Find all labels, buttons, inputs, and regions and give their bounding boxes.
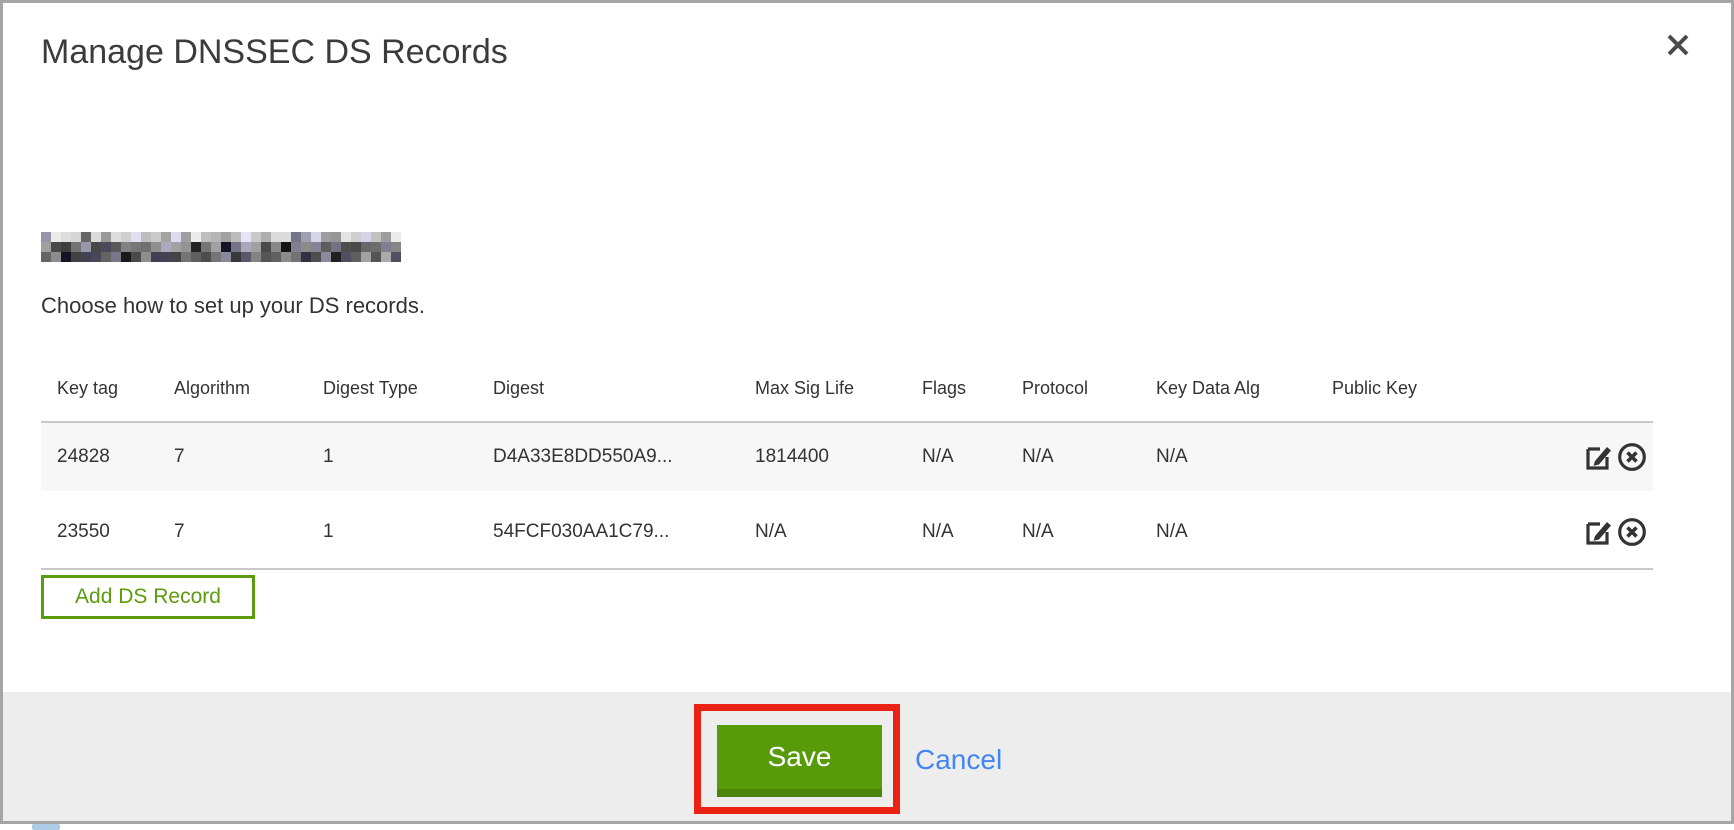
cell-digest-type: 1 xyxy=(322,422,492,494)
cell-algorithm: 7 xyxy=(173,494,322,570)
redacted-domain-name xyxy=(41,232,401,262)
setup-instruction-text: Choose how to set up your DS records. xyxy=(41,293,425,319)
col-header-max-sig-life: Max Sig Life xyxy=(754,355,921,422)
cancel-link[interactable]: Cancel xyxy=(915,744,1002,776)
col-header-public-key: Public Key xyxy=(1331,355,1541,422)
cell-algorithm: 7 xyxy=(173,422,322,494)
cell-key-tag: 23550 xyxy=(41,494,173,570)
cell-public-key xyxy=(1331,422,1541,494)
dialog-footer: Save Cancel xyxy=(3,692,1731,821)
cell-digest: 54FCF030AA1C79... xyxy=(492,494,754,570)
cell-digest: D4A33E8DD550A9... xyxy=(492,422,754,494)
col-header-protocol: Protocol xyxy=(1021,355,1155,422)
col-header-algorithm: Algorithm xyxy=(173,355,322,422)
close-button[interactable] xyxy=(1661,29,1695,63)
cell-flags: N/A xyxy=(921,494,1021,570)
table-row: 24828 7 1 D4A33E8DD550A9... 1814400 N/A … xyxy=(41,422,1653,494)
col-header-flags: Flags xyxy=(921,355,1021,422)
cell-actions xyxy=(1541,494,1653,570)
delete-icon xyxy=(1616,535,1648,550)
background-page-artifact xyxy=(32,824,60,830)
cell-key-tag: 24828 xyxy=(41,422,173,494)
ds-records-table: Key tag Algorithm Digest Type Digest Max… xyxy=(41,355,1653,570)
delete-record-button[interactable] xyxy=(1615,515,1649,550)
table-header-row: Key tag Algorithm Digest Type Digest Max… xyxy=(41,355,1653,422)
col-header-actions xyxy=(1541,355,1653,422)
edit-record-button[interactable] xyxy=(1581,440,1615,475)
annotation-highlight: Save xyxy=(694,704,900,814)
cell-actions xyxy=(1541,422,1653,494)
save-button[interactable]: Save xyxy=(717,725,882,797)
close-icon xyxy=(1663,48,1693,63)
col-header-digest: Digest xyxy=(492,355,754,422)
cell-max-sig-life: 1814400 xyxy=(754,422,921,494)
cell-max-sig-life: N/A xyxy=(754,494,921,570)
cell-protocol: N/A xyxy=(1021,422,1155,494)
cell-key-data-alg: N/A xyxy=(1155,494,1331,570)
col-header-key-tag: Key tag xyxy=(41,355,173,422)
page-title: Manage DNSSEC DS Records xyxy=(41,33,508,72)
cell-key-data-alg: N/A xyxy=(1155,422,1331,494)
edit-icon xyxy=(1582,535,1614,550)
col-header-key-data-alg: Key Data Alg xyxy=(1155,355,1331,422)
cell-public-key xyxy=(1331,494,1541,570)
col-header-digest-type: Digest Type xyxy=(322,355,492,422)
manage-dnssec-dialog: Manage DNSSEC DS Records Choose how to s… xyxy=(0,0,1734,824)
table-row: 23550 7 1 54FCF030AA1C79... N/A N/A N/A … xyxy=(41,494,1653,570)
cell-protocol: N/A xyxy=(1021,494,1155,570)
cell-flags: N/A xyxy=(921,422,1021,494)
cell-digest-type: 1 xyxy=(322,494,492,570)
edit-record-button[interactable] xyxy=(1581,515,1615,550)
add-ds-record-button[interactable]: Add DS Record xyxy=(41,575,255,619)
delete-record-button[interactable] xyxy=(1615,440,1649,475)
delete-icon xyxy=(1616,460,1648,475)
edit-icon xyxy=(1582,460,1614,475)
